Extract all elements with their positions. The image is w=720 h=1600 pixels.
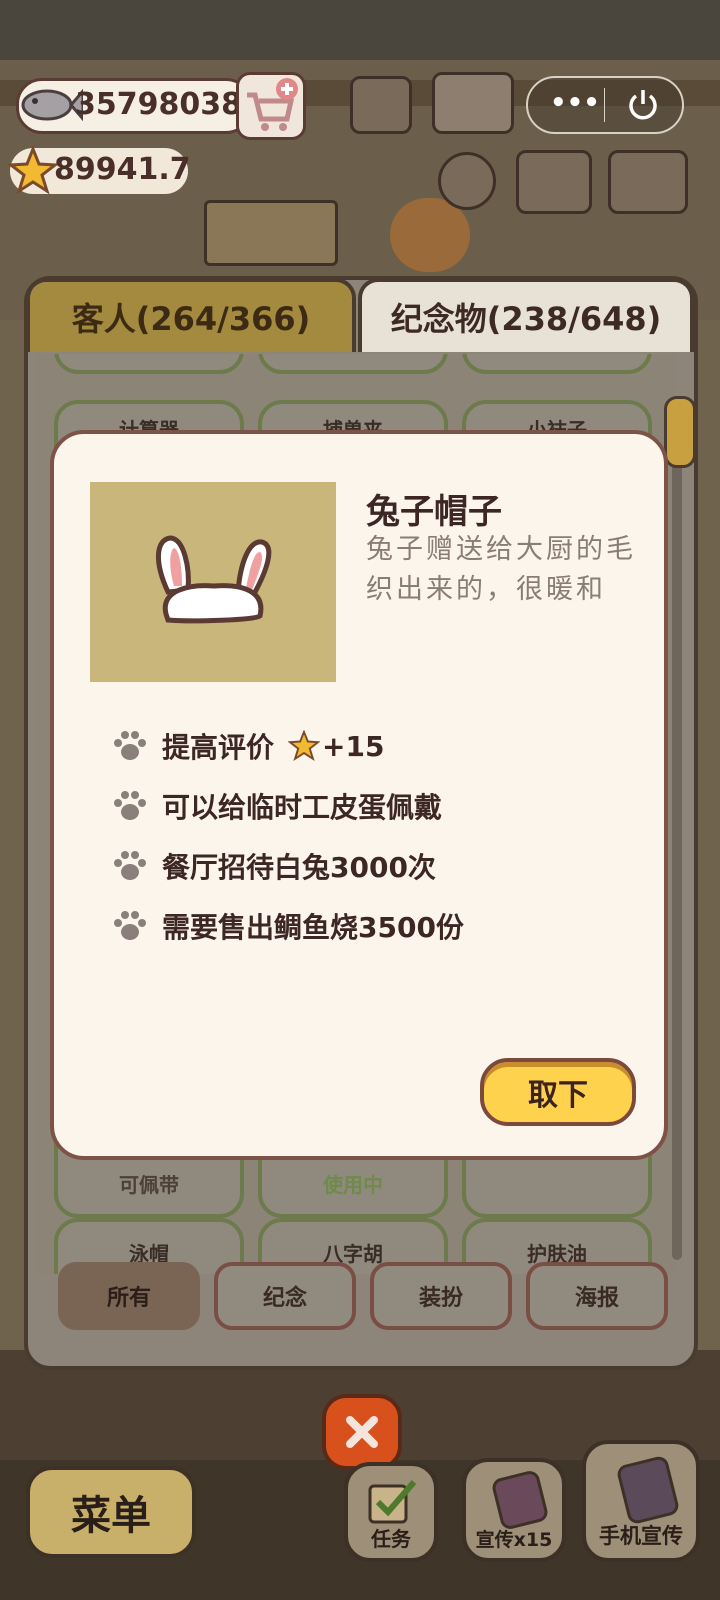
grid-scrollbar[interactable] (672, 400, 682, 1260)
tasks-button[interactable]: 任务 (344, 1462, 438, 1562)
promo-label: 宣传x15 (475, 1529, 553, 1551)
fish-count: 35798038 (75, 87, 242, 122)
souvenir-card[interactable] (54, 354, 244, 374)
perk-row: 提高评价 +15 (112, 726, 384, 766)
window-blind (204, 200, 338, 266)
sort-toggle-icon[interactable] (608, 150, 688, 214)
tasks-label: 任务 (371, 1527, 411, 1551)
paw-icon (114, 911, 146, 940)
scrollbar-thumb[interactable] (664, 396, 696, 468)
perk-bonus: +15 (322, 729, 385, 763)
item-image (90, 482, 336, 682)
close-button[interactable] (322, 1394, 402, 1470)
perk-row: 需要售出鲷鱼烧3500份 (112, 906, 464, 946)
paw-icon (114, 731, 146, 760)
guestbook-icon[interactable] (350, 76, 412, 134)
phone-promo-button[interactable]: 手机宣传 (582, 1440, 700, 1562)
shop-cart-button[interactable] (236, 72, 306, 140)
filter-all[interactable]: 所有 (58, 1262, 200, 1330)
phone-promo-label: 手机宣传 (599, 1524, 683, 1548)
perk-text: 需要售出鲷鱼烧3500份 (162, 911, 464, 944)
filter-outfit[interactable]: 装扮 (370, 1262, 512, 1330)
gear-icon[interactable] (438, 152, 496, 210)
filter-poster[interactable]: 海报 (526, 1262, 668, 1330)
recipe-book-icon[interactable] (432, 72, 514, 134)
more-options-icon[interactable]: ••• (550, 90, 600, 116)
close-icon (346, 1416, 378, 1448)
star-icon (8, 146, 58, 195)
star-icon (288, 730, 321, 762)
star-rating-display: 89941.7 (8, 146, 191, 195)
flyer-icon (490, 1468, 550, 1532)
perk-row: 可以给临时工皮蛋佩戴 (112, 786, 442, 826)
capsule-divider (604, 88, 605, 122)
star-count: 89941.7 (54, 152, 191, 187)
item-description: 兔子赠送给大厨的毛织出来的，很暖和 (366, 534, 636, 605)
tab-souvenirs[interactable]: 纪念物(238/648) (358, 278, 694, 352)
tab-guests[interactable]: 客人(264/366) (26, 278, 356, 352)
map-icon[interactable] (516, 150, 592, 214)
perk-text: 提高评价 (162, 731, 275, 764)
checkbox-icon (368, 1480, 417, 1524)
remove-item-button[interactable]: 取下 (480, 1058, 636, 1126)
fish-currency-display: 35798038 (16, 78, 252, 134)
item-name: 兔子帽子 (366, 492, 502, 532)
paw-icon (114, 851, 146, 880)
phone-icon (615, 1454, 681, 1526)
bunny-hat-icon (155, 535, 272, 624)
paw-icon (114, 791, 146, 820)
fish-icon (21, 88, 83, 122)
souvenir-card[interactable] (462, 354, 652, 374)
cart-plus-icon (247, 78, 298, 131)
perk-row: 餐厅招待白兔3000次 (112, 846, 436, 886)
souvenir-card[interactable] (258, 354, 448, 374)
card-status: 可佩带 (119, 1173, 179, 1197)
menu-button[interactable]: 菜单 (26, 1466, 196, 1558)
card-status: 使用中 (323, 1173, 383, 1197)
perk-text: 餐厅招待白兔3000次 (162, 851, 436, 884)
bunny-decoration (390, 198, 470, 272)
filter-souvenir[interactable]: 纪念 (214, 1262, 356, 1330)
promo-button[interactable]: 宣传x15 (462, 1458, 566, 1562)
perk-text: 可以给临时工皮蛋佩戴 (162, 791, 443, 824)
power-icon[interactable] (624, 86, 662, 124)
miniprogram-capsule: ••• (526, 76, 684, 134)
